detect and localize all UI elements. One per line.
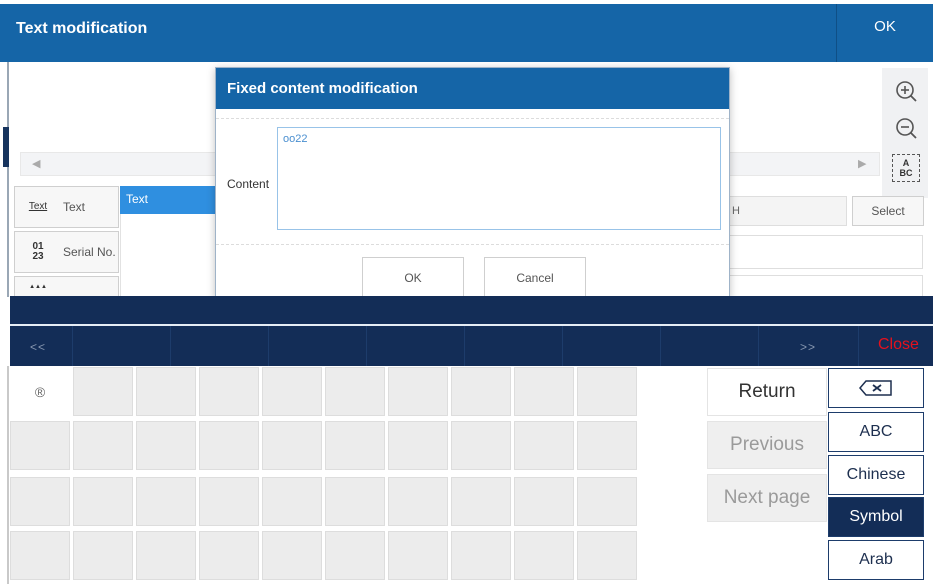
- previous-page-button[interactable]: Previous: [707, 421, 827, 469]
- key-blank[interactable]: [577, 367, 637, 416]
- candidate-divider: [268, 326, 269, 366]
- key-blank[interactable]: [577, 421, 637, 470]
- text-frame-icon[interactable]: A BC: [892, 154, 920, 182]
- object-text-button[interactable]: Text Text: [14, 186, 119, 228]
- key-blank[interactable]: [262, 367, 322, 416]
- key-blank[interactable]: [388, 531, 448, 580]
- backspace-icon: [859, 380, 892, 396]
- key-blank[interactable]: [451, 477, 511, 526]
- mode-chinese-button[interactable]: Chinese: [828, 455, 924, 495]
- keyboard-prev-button[interactable]: <<: [30, 340, 46, 354]
- key-blank[interactable]: [73, 421, 133, 470]
- key-blank[interactable]: [388, 421, 448, 470]
- dialog-divider-bottom: [216, 244, 729, 245]
- key-blank[interactable]: [73, 367, 133, 416]
- mode-arab-button[interactable]: Arab: [828, 540, 924, 580]
- key-blank[interactable]: [325, 531, 385, 580]
- header-divider: [836, 4, 837, 62]
- key-blank[interactable]: [451, 367, 511, 416]
- key-registered[interactable]: ®: [10, 367, 70, 416]
- key-blank[interactable]: [577, 531, 637, 580]
- field-header: H: [725, 196, 847, 226]
- dialog-ok-button[interactable]: OK: [362, 257, 464, 298]
- key-blank[interactable]: [514, 531, 574, 580]
- object-label-serial: Serial No.: [63, 245, 116, 259]
- key-blank[interactable]: [10, 421, 70, 470]
- text-object-icon: Text: [28, 201, 48, 212]
- candidate-divider: [758, 326, 759, 366]
- content-label: Content: [227, 177, 270, 191]
- key-blank[interactable]: [136, 421, 196, 470]
- zoom-out-icon[interactable]: [891, 113, 921, 143]
- key-blank[interactable]: [514, 477, 574, 526]
- left-panel-tab[interactable]: [3, 127, 9, 167]
- keyboard-close-button[interactable]: Close: [878, 336, 919, 354]
- barcode-icon: ▲▲▲: [29, 284, 47, 290]
- candidate-divider: [72, 326, 73, 366]
- candidate-divider: [660, 326, 661, 366]
- page-title: Text modification: [16, 20, 148, 37]
- candidate-divider: [170, 326, 171, 366]
- scroll-right-arrow-icon[interactable]: ▶: [858, 157, 866, 170]
- key-blank[interactable]: [514, 367, 574, 416]
- keyboard-left-border: [7, 366, 9, 584]
- key-blank[interactable]: [73, 477, 133, 526]
- object-barcode-button[interactable]: ▲▲▲: [14, 276, 119, 298]
- dialog-divider-top: [216, 118, 729, 119]
- key-blank[interactable]: [199, 531, 259, 580]
- object-label-text: Text: [63, 200, 86, 214]
- property-field[interactable]: [725, 235, 923, 269]
- key-blank[interactable]: [262, 531, 322, 580]
- mode-symbol-button[interactable]: Symbol: [828, 497, 924, 537]
- select-button[interactable]: Select: [852, 196, 924, 226]
- ok-button[interactable]: OK: [860, 18, 910, 35]
- key-blank[interactable]: [514, 421, 574, 470]
- key-blank[interactable]: [451, 421, 511, 470]
- keyboard-top-bar: [10, 296, 933, 324]
- key-blank[interactable]: [10, 477, 70, 526]
- key-blank[interactable]: [136, 367, 196, 416]
- key-blank[interactable]: [262, 421, 322, 470]
- object-serial-button[interactable]: 01 23 Serial No.: [14, 231, 119, 273]
- key-blank[interactable]: [199, 477, 259, 526]
- left-border: [7, 62, 9, 297]
- candidate-divider: [562, 326, 563, 366]
- key-blank[interactable]: [10, 531, 70, 580]
- key-blank[interactable]: [73, 531, 133, 580]
- key-blank[interactable]: [262, 477, 322, 526]
- key-blank[interactable]: [136, 477, 196, 526]
- serial-number-icon: 01 23: [32, 241, 44, 262]
- backspace-button[interactable]: [828, 368, 924, 408]
- key-blank[interactable]: [136, 531, 196, 580]
- keyboard-next-button[interactable]: >>: [800, 340, 816, 354]
- key-blank[interactable]: [577, 477, 637, 526]
- key-blank[interactable]: [451, 531, 511, 580]
- candidate-divider: [464, 326, 465, 366]
- zoom-in-icon[interactable]: [891, 76, 921, 106]
- keyboard-candidate-bar: [10, 326, 933, 366]
- list-item-selected[interactable]: Text: [120, 186, 220, 214]
- list-divider: [120, 214, 121, 298]
- dialog-title: Fixed content modification: [227, 80, 418, 97]
- key-blank[interactable]: [325, 421, 385, 470]
- next-page-button[interactable]: Next page: [707, 474, 827, 522]
- scroll-left-arrow-icon[interactable]: ◀: [32, 157, 40, 170]
- key-blank[interactable]: [325, 477, 385, 526]
- return-button[interactable]: Return: [707, 368, 827, 416]
- key-blank[interactable]: [199, 367, 259, 416]
- candidate-divider: [858, 326, 859, 366]
- fixed-content-dialog: Fixed content modification Content oo22 …: [215, 67, 730, 298]
- key-blank[interactable]: [388, 367, 448, 416]
- dialog-cancel-button[interactable]: Cancel: [484, 257, 586, 298]
- key-blank[interactable]: [388, 477, 448, 526]
- mode-abc-button[interactable]: ABC: [828, 412, 924, 452]
- content-input[interactable]: oo22: [277, 127, 721, 230]
- candidate-divider: [366, 326, 367, 366]
- property-field-2[interactable]: [725, 275, 923, 297]
- key-blank[interactable]: [199, 421, 259, 470]
- key-blank[interactable]: [325, 367, 385, 416]
